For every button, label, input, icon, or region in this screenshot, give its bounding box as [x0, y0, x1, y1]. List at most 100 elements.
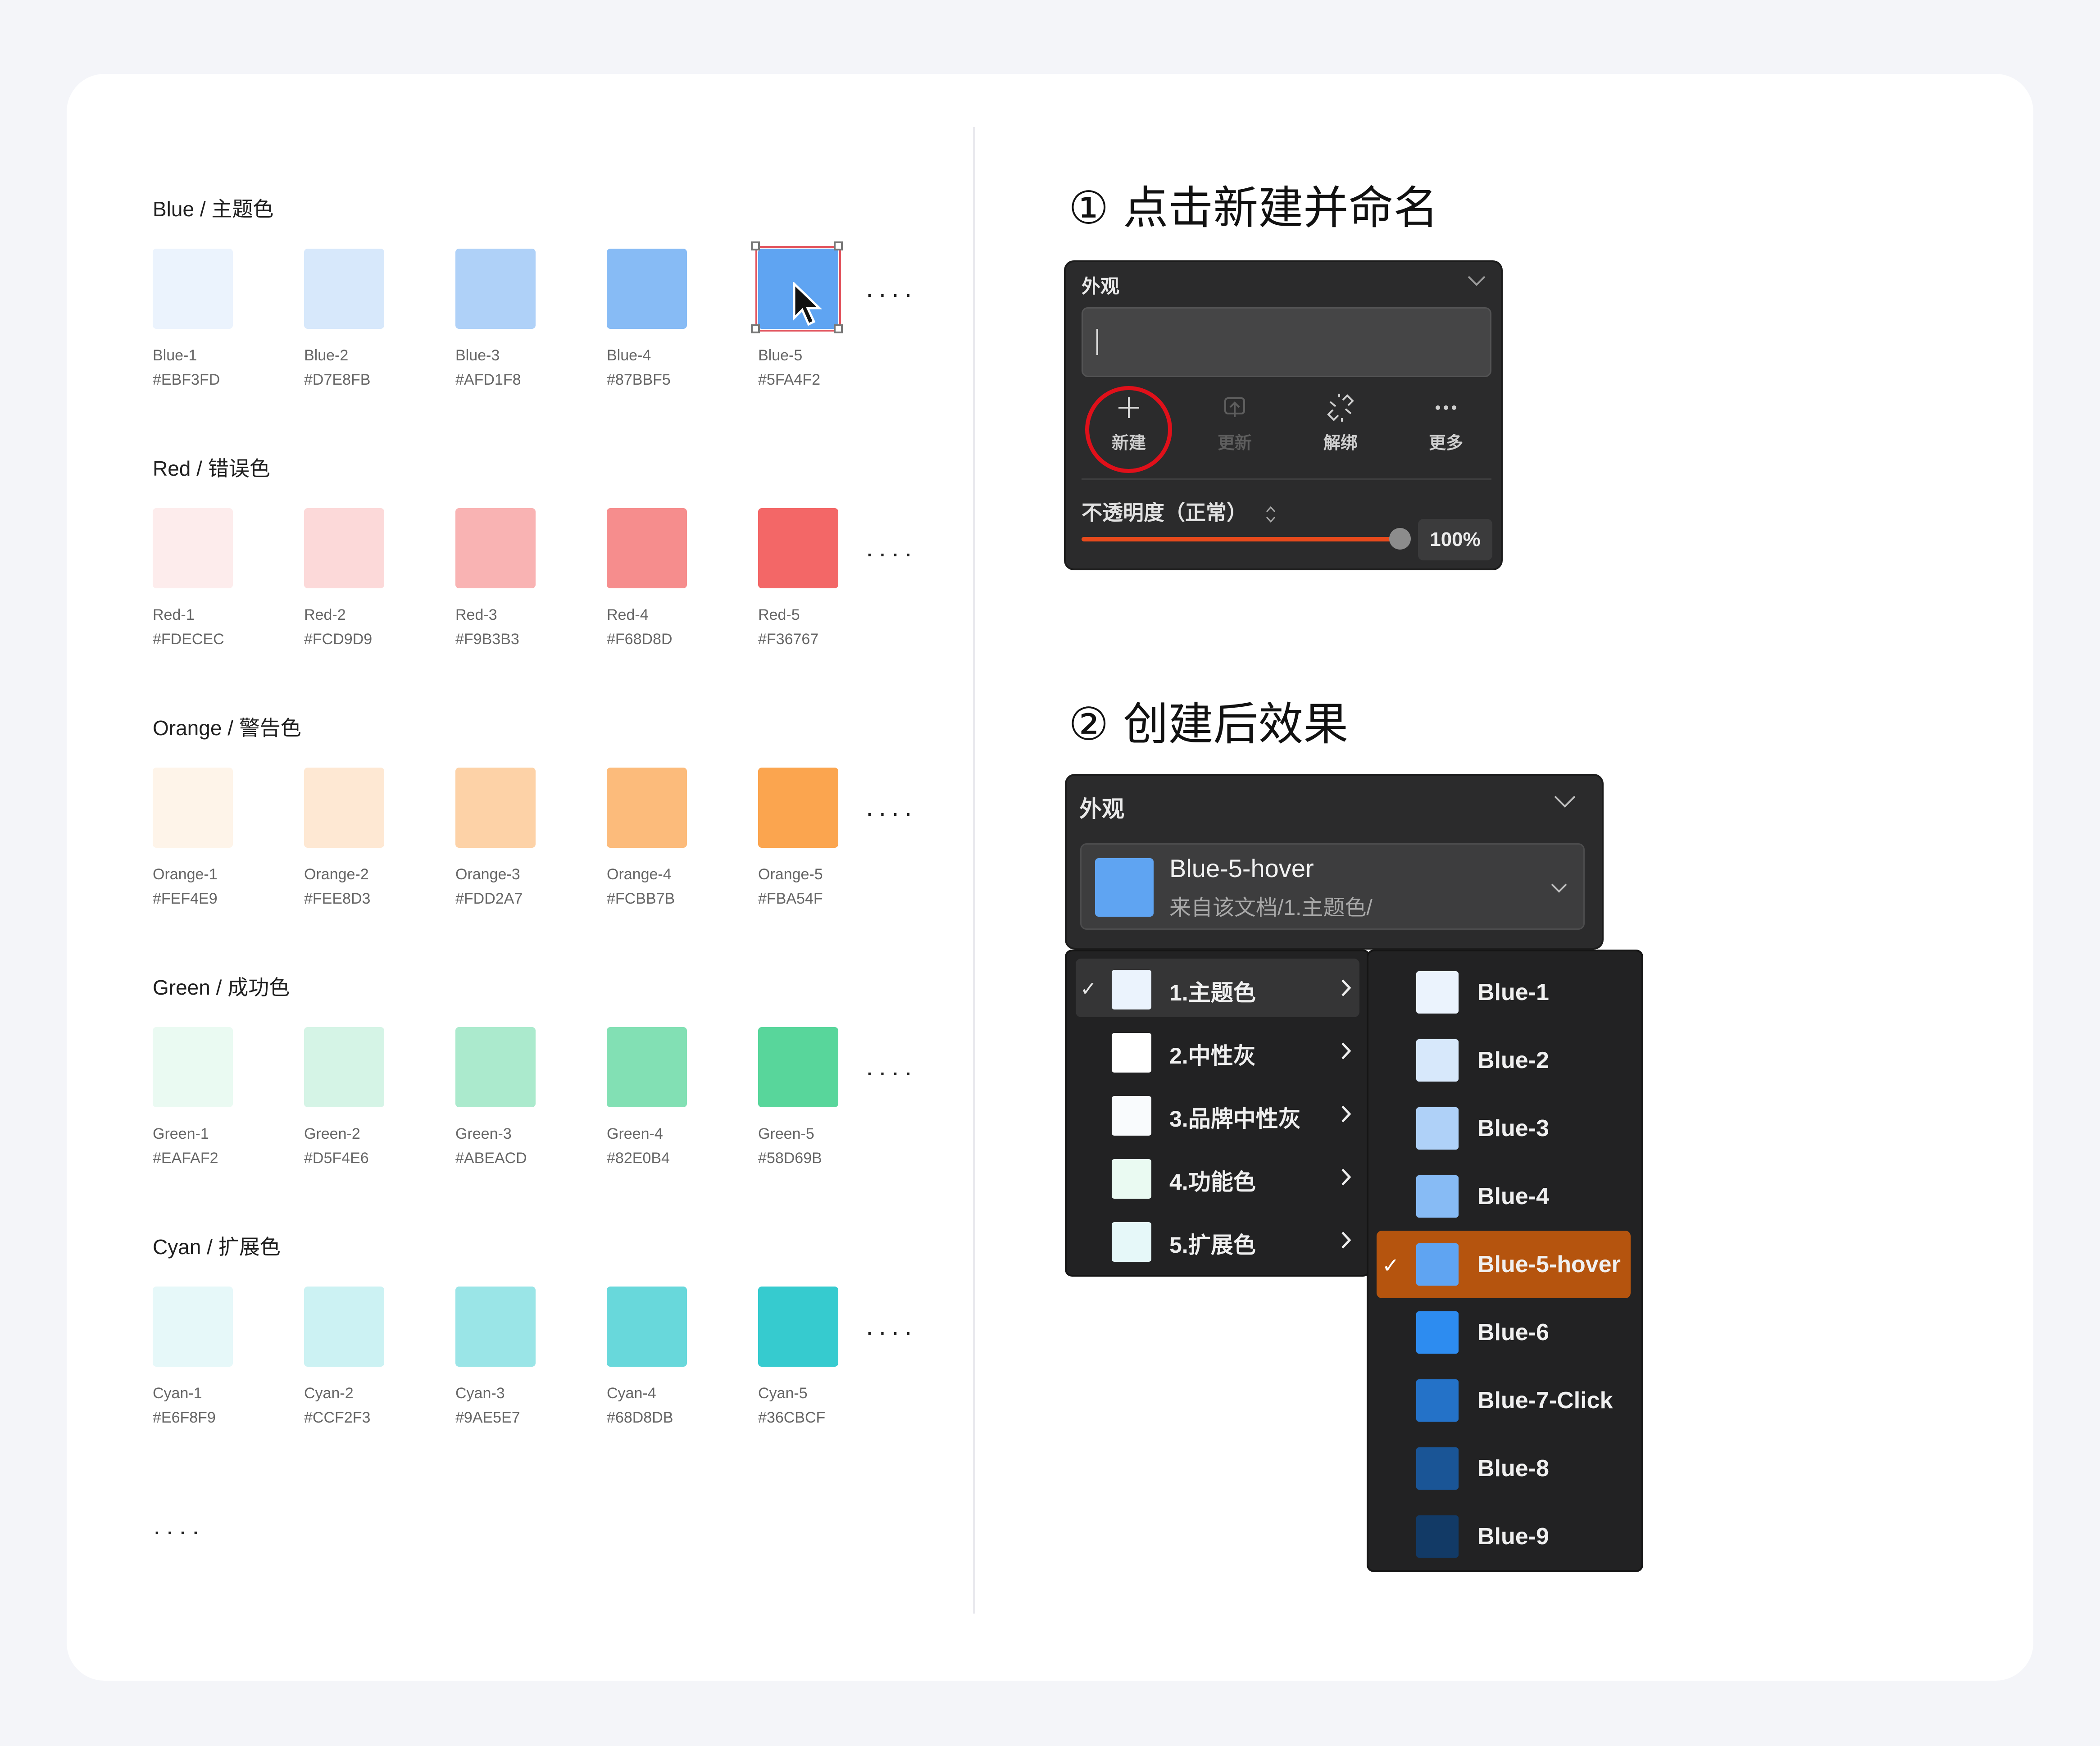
swatch-color[interactable]	[607, 768, 687, 848]
opacity-slider-track[interactable]	[1082, 537, 1401, 541]
style-group-item[interactable]: ✓ 1.主题色	[1076, 959, 1359, 1017]
color-swatch[interactable]: Orange-2 #FEE8D3	[304, 768, 384, 911]
color-swatch[interactable]: Green-4 #82E0B4	[607, 1027, 687, 1170]
appearance-panel-result: 外观 Blue-5-hover 来自该文档/1.主题色/	[1067, 776, 1602, 948]
chevron-down-icon[interactable]	[1550, 882, 1568, 894]
more-swatches-ellipsis: ····	[865, 1317, 917, 1346]
unlink-style-button[interactable]: 解绑	[1305, 392, 1377, 459]
swatch-color[interactable]	[455, 508, 536, 588]
swatch-color[interactable]	[455, 1287, 536, 1367]
swatch-color[interactable]	[304, 508, 384, 588]
chevron-down-icon[interactable]	[1467, 274, 1486, 287]
opacity-label[interactable]: 不透明度（正常）	[1082, 496, 1277, 526]
swatch-hex: #9AE5E7	[455, 1409, 520, 1426]
swatch-color[interactable]	[304, 249, 384, 329]
color-swatch[interactable]: Cyan-4 #68D8DB	[607, 1287, 687, 1430]
resize-handle[interactable]	[751, 241, 760, 250]
color-style-item[interactable]: Blue-6	[1377, 1299, 1631, 1366]
group-color-swatch	[1112, 1159, 1151, 1199]
swatch-hex: #FDD2A7	[455, 890, 523, 907]
color-swatch[interactable]: Blue-1 #EBF3FD	[153, 249, 233, 392]
palette-group-title: Green / 成功色	[153, 976, 290, 999]
chevron-right-icon	[1341, 1232, 1351, 1249]
resize-handle[interactable]	[834, 241, 843, 250]
swatch-color[interactable]	[607, 508, 687, 588]
color-swatch[interactable]: Red-1 #FDECEC	[153, 508, 233, 651]
color-swatch[interactable]: Cyan-2 #CCF2F3	[304, 1287, 384, 1430]
swatch-color[interactable]	[758, 508, 838, 588]
swatch-hex: #F9B3B3	[455, 631, 519, 648]
swatch-color[interactable]	[607, 249, 687, 329]
color-swatch[interactable]: Red-2 #FCD9D9	[304, 508, 384, 651]
color-swatch[interactable]: Green-3 #ABEACD	[455, 1027, 536, 1170]
opacity-slider-handle[interactable]	[1389, 528, 1411, 550]
chevron-right-icon	[1341, 979, 1351, 996]
resize-handle[interactable]	[834, 324, 843, 333]
color-swatch[interactable]: Orange-5 #FBA54F	[758, 768, 838, 911]
swatch-color[interactable]	[455, 768, 536, 848]
color-swatch[interactable]: Blue-2 #D7E8FB	[304, 249, 384, 392]
color-swatch[interactable]: Blue-4 #87BBF5	[607, 249, 687, 392]
color-swatch[interactable]: Red-5 #F36767	[758, 508, 838, 651]
style-group-item[interactable]: 4.功能色	[1076, 1148, 1359, 1206]
color-swatch[interactable]: Cyan-5 #36CBCF	[758, 1287, 838, 1430]
resize-handle[interactable]	[751, 324, 760, 333]
opacity-value[interactable]: 100%	[1418, 519, 1492, 560]
swatch-color[interactable]	[758, 1027, 838, 1107]
color-style-item[interactable]: Blue-9	[1377, 1503, 1631, 1570]
swatch-color[interactable]	[153, 1287, 233, 1367]
color-style-item[interactable]: ✓ Blue-5-hover	[1377, 1231, 1631, 1298]
color-swatch[interactable]: Red-3 #F9B3B3	[455, 508, 536, 651]
new-style-button[interactable]: 新建	[1093, 392, 1165, 459]
swatch-color[interactable]	[304, 1287, 384, 1367]
color-style-item[interactable]: Blue-3	[1377, 1095, 1631, 1162]
style-group-item[interactable]: 5.扩展色	[1076, 1211, 1359, 1269]
swatch-color[interactable]	[607, 1027, 687, 1107]
swatch-color[interactable]	[758, 1287, 838, 1367]
color-swatch[interactable]: Blue-3 #AFD1F8	[455, 249, 536, 392]
color-swatch[interactable]: Green-5 #58D69B	[758, 1027, 838, 1170]
swatch-color[interactable]	[455, 249, 536, 329]
panel-separator	[1082, 478, 1491, 480]
selected-style-field[interactable]: Blue-5-hover 来自该文档/1.主题色/	[1080, 843, 1585, 930]
swatch-color[interactable]	[153, 249, 233, 329]
swatch-name: Blue-4	[607, 347, 651, 364]
swatch-color[interactable]	[153, 1027, 233, 1107]
color-style-item[interactable]: Blue-4	[1377, 1163, 1631, 1230]
color-swatch[interactable]: Cyan-3 #9AE5E7	[455, 1287, 536, 1430]
color-style-item[interactable]: Blue-2	[1377, 1027, 1631, 1094]
step1-heading: ① 点击新建并命名	[1068, 182, 1439, 234]
swatch-color[interactable]	[304, 768, 384, 848]
swatch-hex: #F36767	[758, 631, 819, 648]
color-style-item[interactable]: Blue-8	[1377, 1435, 1631, 1502]
appearance-panel-new: 外观 新建 更新 解绑 更多 不透明度（正常） 100%	[1066, 262, 1501, 568]
style-group-item[interactable]: 2.中性灰	[1076, 1022, 1359, 1080]
color-swatch[interactable]: Green-2 #D5F4E6	[304, 1027, 384, 1170]
color-swatch[interactable]: Blue-5 #5FA4F2	[751, 241, 843, 392]
update-style-button[interactable]: 更新	[1199, 392, 1271, 459]
style-color-swatch	[1416, 1243, 1459, 1286]
chevron-down-icon[interactable]	[1553, 794, 1577, 809]
style-name-input[interactable]	[1082, 307, 1491, 377]
color-style-item[interactable]: Blue-7-Click	[1377, 1367, 1631, 1434]
style-submenu: Blue-1 Blue-2 Blue-3 Blue-4 ✓ Blue-5-hover Blu…	[1368, 951, 1641, 1570]
swatch-hex: #FDECEC	[153, 631, 224, 648]
color-swatch[interactable]: Orange-3 #FDD2A7	[455, 768, 536, 911]
style-group-item[interactable]: 3.品牌中性灰	[1076, 1085, 1359, 1143]
swatch-color[interactable]	[607, 1287, 687, 1367]
color-swatch[interactable]: Green-1 #EAFAF2	[153, 1027, 233, 1170]
color-swatch[interactable]: Red-4 #F68D8D	[607, 508, 687, 651]
text-caret	[1096, 329, 1098, 355]
color-swatch[interactable]: Orange-4 #FCBB7B	[607, 768, 687, 911]
swatch-hex: #D7E8FB	[304, 371, 371, 388]
swatch-hex: #FBA54F	[758, 890, 823, 907]
color-swatch[interactable]: Orange-1 #FEF4E9	[153, 768, 233, 911]
more-button[interactable]: 更多	[1410, 392, 1482, 459]
color-style-item[interactable]: Blue-1	[1377, 959, 1631, 1026]
swatch-color[interactable]	[153, 768, 233, 848]
swatch-color[interactable]	[304, 1027, 384, 1107]
color-swatch[interactable]: Cyan-1 #E6F8F9	[153, 1287, 233, 1430]
swatch-color[interactable]	[758, 768, 838, 848]
swatch-color[interactable]	[153, 508, 233, 588]
swatch-color[interactable]	[455, 1027, 536, 1107]
